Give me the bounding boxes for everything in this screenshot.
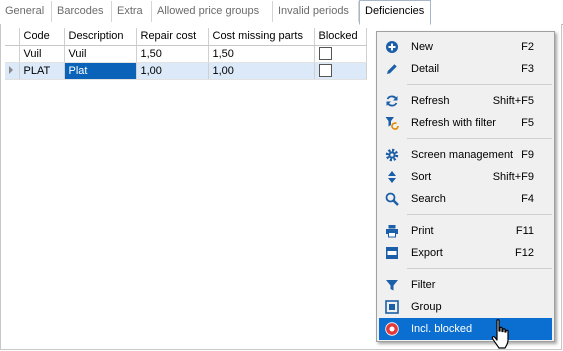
tab-deficiencies[interactable]: Deficiencies xyxy=(359,0,431,25)
menu-item-label: Export xyxy=(411,247,443,259)
cell-repair-cost[interactable]: 1,00 xyxy=(136,62,209,80)
menu-item-shortcut: F9 xyxy=(521,149,534,161)
menu-item-label: Sort xyxy=(411,171,432,183)
cell-code[interactable]: Vuil xyxy=(19,45,65,63)
group-icon xyxy=(385,300,399,314)
tab-extra[interactable]: Extra xyxy=(112,1,152,22)
menu-item-print[interactable]: Print F11 xyxy=(379,220,552,242)
sort-icon xyxy=(388,171,396,183)
gear-icon xyxy=(385,148,399,162)
column-header-blocked[interactable]: Blocked xyxy=(314,28,367,46)
current-row-arrow-icon xyxy=(9,65,13,74)
menu-item-label: Refresh with filter xyxy=(411,117,496,129)
row-indicator-header xyxy=(5,28,20,46)
menu-separator xyxy=(407,84,552,85)
column-header-repair-cost[interactable]: Repair cost xyxy=(136,28,209,46)
menu-separator xyxy=(407,268,552,269)
table-row[interactable]: Vuil Vuil 1,50 1,50 xyxy=(5,45,367,63)
blocked-checkbox[interactable] xyxy=(318,47,332,60)
menu-item-incl-blocked[interactable]: Incl. blocked xyxy=(379,318,552,340)
search-icon xyxy=(385,192,399,206)
menu-separator xyxy=(407,138,552,139)
cell-cost-missing-parts[interactable]: 1,50 xyxy=(208,45,315,63)
menu-item-shortcut: F2 xyxy=(521,41,534,53)
pencil-icon xyxy=(387,64,397,74)
menu-item-label: Filter xyxy=(411,279,436,291)
column-header-description[interactable]: Description xyxy=(64,28,137,46)
cell-code[interactable]: PLAT xyxy=(19,62,65,80)
refresh-filter-icon xyxy=(385,117,399,130)
row-indicator[interactable] xyxy=(5,45,20,63)
cell-description[interactable]: Plat xyxy=(64,62,137,80)
menu-item-shortcut: Shift+F5 xyxy=(492,95,534,107)
menu-item-label: Refresh xyxy=(411,95,450,107)
menu-item-label: New xyxy=(411,41,434,53)
menu-item-label: Detail xyxy=(411,63,440,75)
menu-item-label: Incl. blocked xyxy=(411,323,473,335)
tab-general[interactable]: General xyxy=(0,1,52,22)
funnel-icon xyxy=(386,280,398,291)
mouse-pointer-icon xyxy=(491,319,509,349)
context-menu: New F2 Detail F3 Refresh Shift+F5 Refres… xyxy=(376,31,555,342)
menu-item-search[interactable]: Search F4 xyxy=(379,188,552,210)
grid-header-row: Code Description Repair cost Cost missin… xyxy=(5,28,367,46)
tab-bar: General Barcodes Extra Allowed price gro… xyxy=(0,0,563,25)
menu-item-label: Print xyxy=(411,225,434,237)
csv-export-icon xyxy=(386,247,398,259)
column-header-cost-missing-parts[interactable]: Cost missing parts xyxy=(208,28,315,46)
menu-item-shortcut: F4 xyxy=(521,193,534,205)
menu-item-filter[interactable]: Filter xyxy=(379,274,552,296)
menu-item-shortcut: F12 xyxy=(515,247,534,259)
menu-item-export[interactable]: Export F12 xyxy=(379,242,552,264)
tab-invalid-periods[interactable]: Invalid periods xyxy=(273,1,359,22)
cell-blocked[interactable] xyxy=(314,45,367,63)
cell-repair-cost[interactable]: 1,50 xyxy=(136,45,209,63)
cell-blocked[interactable] xyxy=(314,62,367,80)
cell-cost-missing-parts[interactable]: 1,00 xyxy=(208,62,315,80)
menu-item-refresh[interactable]: Refresh Shift+F5 xyxy=(379,90,552,112)
menu-item-sort[interactable]: Sort Shift+F9 xyxy=(379,166,552,188)
menu-item-label: Group xyxy=(411,301,442,313)
menu-item-label: Search xyxy=(411,193,446,205)
menu-item-shortcut: Shift+F9 xyxy=(492,171,534,183)
menu-item-screen-management[interactable]: Screen management F9 xyxy=(379,144,552,166)
menu-item-shortcut: F5 xyxy=(521,117,534,129)
blocked-toggle-icon xyxy=(385,322,399,336)
tab-allowed-price-groups[interactable]: Allowed price groups xyxy=(152,1,273,22)
table-row[interactable]: PLAT Plat 1,00 1,00 xyxy=(5,62,367,80)
blocked-checkbox[interactable] xyxy=(318,64,332,77)
menu-item-shortcut: F3 xyxy=(521,63,534,75)
menu-item-refresh-with-filter[interactable]: Refresh with filter F5 xyxy=(379,112,552,134)
plus-circle-icon xyxy=(386,41,398,53)
menu-item-shortcut: F11 xyxy=(515,225,534,237)
refresh-icon xyxy=(386,95,398,107)
cell-description[interactable]: Vuil xyxy=(64,45,137,63)
menu-separator xyxy=(407,214,552,215)
menu-item-label: Screen management xyxy=(411,149,514,161)
menu-item-group[interactable]: Group xyxy=(379,296,552,318)
menu-item-detail[interactable]: Detail F3 xyxy=(379,58,552,80)
tab-barcodes[interactable]: Barcodes xyxy=(52,1,112,22)
menu-item-new[interactable]: New F2 xyxy=(379,36,552,58)
row-indicator[interactable] xyxy=(5,62,20,80)
printer-icon xyxy=(386,225,398,238)
column-header-code[interactable]: Code xyxy=(19,28,65,46)
